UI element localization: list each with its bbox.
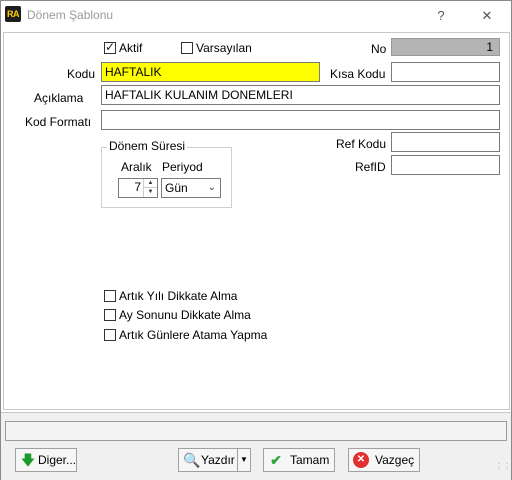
app-logo-icon: RA [5,6,21,22]
arrow-down-icon: 🡇 [20,452,36,468]
aralik-label: Aralık [121,160,152,174]
title-bar: RA Dönem Şablonu ? ✕ [1,1,511,31]
status-bar [5,421,507,441]
chevron-down-icon: ⌄ [207,182,216,193]
yazdir-label: Yazdır [201,453,235,467]
artik-gunler-label: Artık Günlere Atama Yapma [119,328,268,342]
artik-yili-checkbox[interactable] [104,290,116,302]
aktif-checkbox[interactable] [104,40,116,54]
stepper-down-icon[interactable]: ▼ [144,188,157,197]
dialog-window: RA Dönem Şablonu ? ✕ Aktif Varsayılan No… [0,0,512,480]
diger-button[interactable]: 🡇 Diger... [15,448,77,472]
cancel-icon: ✕ [353,452,369,468]
kisa-kodu-label: Kısa Kodu [330,67,386,81]
ref-id-label: RefID [355,160,386,174]
ref-kodu-label: Ref Kodu [336,137,387,151]
periyod-label: Periyod [162,160,203,174]
aciklama-input[interactable]: HAFTALIK KULANIM DONEMLERI [101,85,500,105]
ref-id-input[interactable] [391,155,500,175]
vazgec-label: Vazgeç [375,453,415,467]
no-field: 1 [391,38,500,56]
artik-yili-label: Artık Yılı Dikkate Alma [119,289,238,303]
kod-formati-input[interactable] [101,110,500,130]
donem-suresi-title: Dönem Süresi [107,139,188,153]
window-title: Dönem Şablonu [27,8,114,22]
kod-formati-label: Kod Formatı [25,115,92,129]
help-button[interactable]: ? [421,3,461,29]
stepper-up-icon[interactable]: ▲ [144,179,157,188]
kisa-kodu-input[interactable] [391,62,500,82]
tamam-label: Tamam [290,453,330,467]
periyod-select[interactable]: Gün ⌄ [161,178,221,198]
artik-gunler-checkbox[interactable] [104,329,116,341]
aralik-value: 7 [134,180,141,194]
periyod-value: Gün [165,181,188,195]
varsayilan-label: Varsayılan [196,41,252,55]
tamam-button[interactable]: ✔ Tamam [263,448,335,472]
dropdown-arrow-icon: ▼ [240,455,248,464]
ref-kodu-input[interactable] [391,132,500,152]
yazdir-dropdown-button[interactable]: ▼ [237,448,251,472]
diger-label: Diger... [38,453,77,467]
kodu-label: Kodu [67,67,96,81]
vazgec-button[interactable]: ✕ Vazgeç [348,448,420,472]
kodu-input[interactable]: HAFTALIK [101,62,320,82]
checkmark-icon: ✔ [270,452,282,468]
resize-grip-icon[interactable]: ⋮⋮ [495,463,511,476]
stepper-buttons: ▲ ▼ [143,179,157,197]
varsayilan-checkbox[interactable] [181,42,193,54]
aralik-stepper[interactable]: 7 ▲ ▼ [118,178,158,198]
aciklama-label: Açıklama [34,91,84,105]
close-button[interactable]: ✕ [467,3,507,29]
no-label: No [371,42,387,56]
aktif-label: Aktif [119,41,143,55]
ay-sonu-label: Ay Sonunu Dikkate Alma [119,308,251,322]
print-preview-icon: 🔍 [183,452,201,468]
yazdir-button[interactable]: 🔍 Yazdır [178,448,238,472]
ay-sonu-checkbox[interactable] [104,309,116,321]
